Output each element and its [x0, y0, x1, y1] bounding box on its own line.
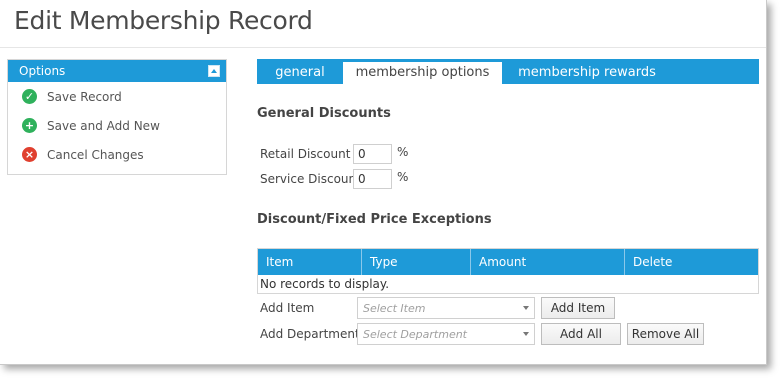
options-panel-header: Options — [8, 60, 226, 82]
save-record-label: Save Record — [47, 89, 122, 104]
general-discounts-heading: General Discounts — [257, 106, 391, 121]
retail-discount-label: Retail Discount — [260, 147, 351, 161]
cancel-changes-label: Cancel Changes — [47, 147, 144, 162]
cancel-changes-button[interactable]: × Cancel Changes — [8, 140, 226, 169]
retail-percent-unit: % — [397, 145, 409, 159]
column-header-delete[interactable]: Delete — [625, 249, 758, 275]
service-discount-input[interactable] — [353, 169, 392, 189]
exceptions-heading: Discount/Fixed Price Exceptions — [257, 212, 492, 227]
save-and-add-new-button[interactable]: + Save and Add New — [8, 111, 226, 140]
column-header-item[interactable]: Item — [258, 249, 362, 275]
remove-all-button[interactable]: Remove All — [627, 323, 704, 345]
save-record-button[interactable]: ✓ Save Record — [8, 82, 226, 111]
select-department-placeholder: Select Department — [363, 327, 467, 341]
add-all-button[interactable]: Add All — [541, 323, 621, 345]
plus-circle-icon: + — [22, 118, 37, 133]
tab-membership-rewards[interactable]: membership rewards — [502, 59, 672, 84]
page-title: Edit Membership Record — [14, 6, 313, 35]
options-panel: Options ✓ Save Record + Save and Add New… — [7, 59, 227, 175]
select-item-dropdown[interactable]: Select Item — [357, 297, 535, 319]
x-circle-icon: × — [22, 147, 37, 162]
retail-discount-input[interactable] — [353, 144, 392, 164]
service-discount-label: Service Discount — [260, 172, 361, 186]
exceptions-grid: Item Type Amount Delete No records to di… — [257, 248, 759, 294]
column-header-amount[interactable]: Amount — [471, 249, 625, 275]
grid-header-row: Item Type Amount Delete — [258, 249, 758, 275]
empty-grid-message: No records to display. — [260, 277, 390, 291]
collapse-arrow-icon — [211, 69, 217, 73]
options-panel-title: Options — [19, 64, 66, 78]
window-frame: Edit Membership Record Options ✓ Save Re… — [0, 0, 767, 365]
chevron-down-icon[interactable] — [518, 324, 534, 344]
title-divider — [0, 47, 766, 48]
select-item-placeholder: Select Item — [363, 301, 426, 315]
chevron-down-icon[interactable] — [518, 298, 534, 318]
tab-membership-options[interactable]: membership options — [343, 62, 502, 84]
check-circle-icon: ✓ — [22, 89, 37, 104]
collapse-panel-button[interactable] — [208, 65, 220, 77]
tab-bar: general membership options membership re… — [257, 59, 759, 84]
column-header-type[interactable]: Type — [362, 249, 471, 275]
tab-general[interactable]: general — [257, 59, 343, 84]
select-department-dropdown[interactable]: Select Department — [357, 323, 535, 345]
add-item-label: Add Item — [260, 301, 315, 315]
add-department-label: Add Department: — [260, 327, 364, 341]
save-and-add-new-label: Save and Add New — [47, 118, 160, 133]
service-percent-unit: % — [397, 170, 409, 184]
add-item-button[interactable]: Add Item — [541, 297, 615, 319]
